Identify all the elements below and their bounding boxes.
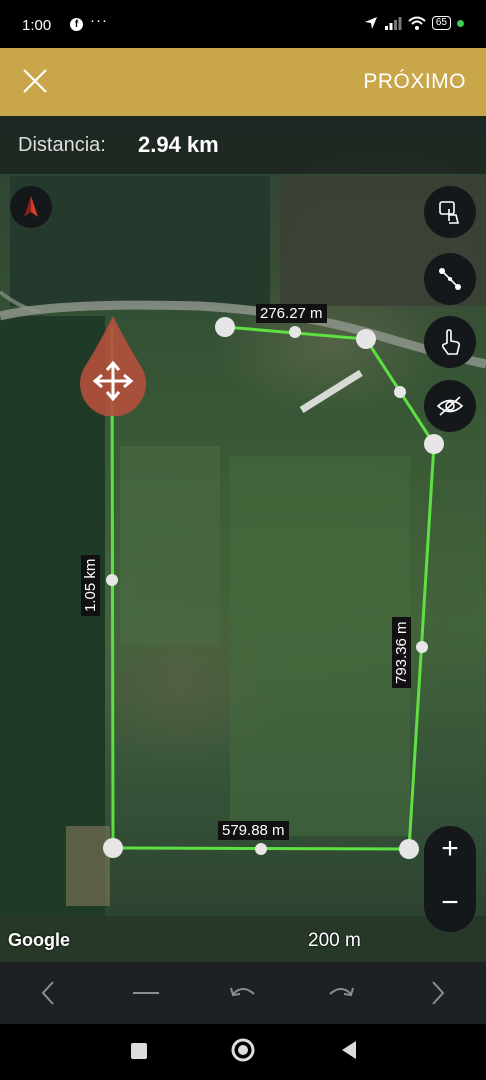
battery-indicator: 65 bbox=[431, 16, 451, 30]
segment-label-east: 793.36 m bbox=[392, 617, 411, 688]
hand-pointer-icon bbox=[441, 329, 461, 355]
distance-bar: Distancia: 2.94 km bbox=[0, 116, 486, 174]
status-time: 1:00 bbox=[22, 17, 52, 34]
measure-line bbox=[110, 325, 436, 851]
line-measure-button[interactable] bbox=[424, 253, 476, 305]
vertex-handle[interactable] bbox=[215, 317, 235, 337]
chevron-left-icon[interactable] bbox=[38, 980, 58, 1006]
recents-square-icon[interactable] bbox=[130, 1042, 148, 1060]
next-button[interactable]: PRÓXIMO bbox=[363, 70, 466, 94]
satellite-map[interactable]: 276.27 m 1.05 km 793.36 m 579.88 m + − G… bbox=[0, 116, 486, 962]
bottom-toolbar bbox=[0, 962, 486, 1024]
distance-value: 2.94 km bbox=[138, 132, 219, 157]
status-bar: 1:00 f ··· 65 bbox=[0, 0, 486, 48]
system-nav-bar bbox=[0, 1024, 486, 1080]
hide-button[interactable] bbox=[424, 380, 476, 432]
tap-gesture-button[interactable] bbox=[424, 186, 476, 238]
top-bar: PRÓXIMO bbox=[0, 48, 486, 116]
signal-icon bbox=[384, 16, 402, 30]
segment-label-north: 276.27 m bbox=[256, 304, 327, 323]
midpoint-handle[interactable] bbox=[289, 326, 301, 338]
midpoint-handle[interactable] bbox=[255, 843, 267, 855]
vertex-handle[interactable] bbox=[399, 839, 419, 859]
eye-off-icon bbox=[436, 396, 464, 416]
location-arrow-icon bbox=[364, 17, 377, 29]
tap-gesture-icon bbox=[439, 201, 460, 224]
redo-icon[interactable] bbox=[326, 982, 356, 1004]
privacy-dot bbox=[457, 19, 464, 27]
back-triangle-icon[interactable] bbox=[340, 1040, 358, 1060]
midpoint-handle[interactable] bbox=[106, 574, 118, 586]
status-right: 65 bbox=[364, 16, 464, 30]
vertex-handle[interactable] bbox=[103, 838, 123, 858]
compass-button[interactable] bbox=[10, 186, 52, 228]
segment-label-south: 579.88 m bbox=[218, 821, 289, 840]
google-attribution: Google bbox=[8, 930, 70, 950]
zoom-out-button[interactable]: − bbox=[424, 886, 476, 920]
minus-icon[interactable] bbox=[132, 990, 160, 996]
zoom-control: + − bbox=[424, 826, 476, 932]
undo-icon[interactable] bbox=[228, 982, 258, 1004]
line-measure-icon bbox=[439, 268, 461, 290]
vertex-handle[interactable] bbox=[356, 329, 376, 349]
facebook-icon: f bbox=[70, 18, 83, 31]
compass-icon bbox=[24, 196, 38, 217]
close-icon[interactable] bbox=[22, 68, 48, 94]
move-pin[interactable] bbox=[78, 316, 148, 416]
midpoint-handle[interactable] bbox=[416, 641, 428, 653]
status-dots: ··· bbox=[90, 12, 108, 29]
map-scale-label: 200 m bbox=[308, 930, 361, 951]
distance-label: Distancia: bbox=[18, 134, 106, 156]
wifi-icon bbox=[408, 16, 426, 30]
home-circle-icon[interactable] bbox=[231, 1038, 255, 1062]
hand-pointer-button[interactable] bbox=[424, 316, 476, 368]
midpoint-handle[interactable] bbox=[394, 386, 406, 398]
zoom-in-button[interactable]: + bbox=[424, 832, 476, 866]
segment-label-west: 1.05 km bbox=[81, 554, 100, 616]
vertex-handle[interactable] bbox=[424, 434, 444, 454]
chevron-right-icon[interactable] bbox=[428, 980, 448, 1006]
